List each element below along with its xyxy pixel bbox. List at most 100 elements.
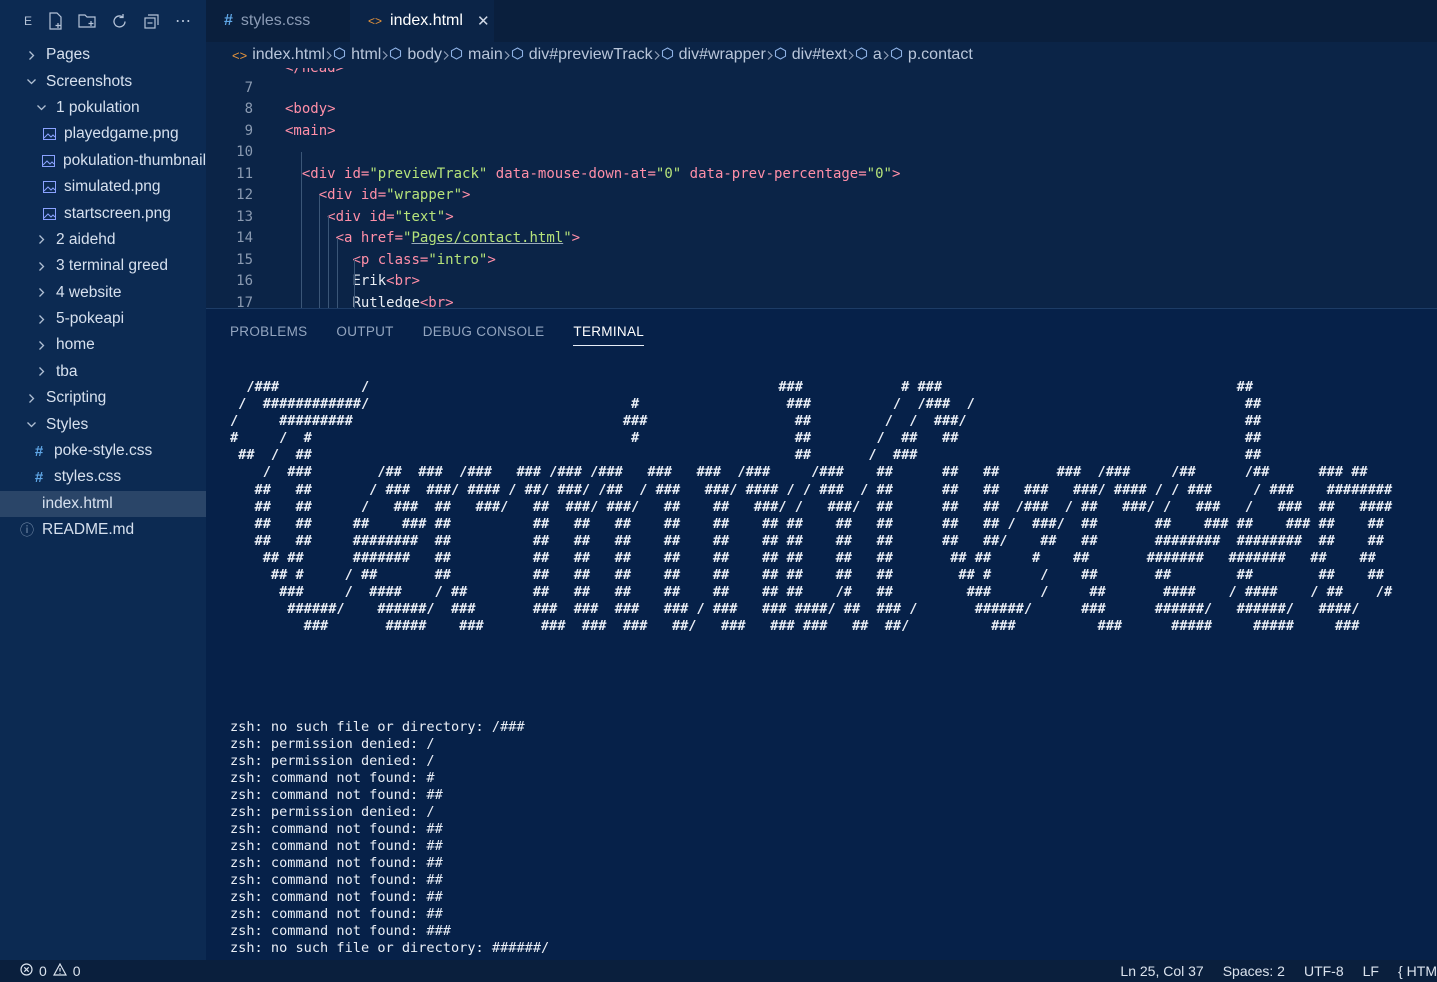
indent-guide — [319, 195, 320, 308]
terminal-ascii-art: /### / ### # ### ## / ############/ # ##… — [230, 379, 1393, 635]
element-icon — [389, 47, 402, 63]
breadcrumb-item[interactable]: a — [855, 46, 882, 64]
tree-item[interactable]: # styles.css — [0, 464, 206, 490]
tree-item[interactable]: Screenshots — [0, 68, 206, 94]
info-icon: ⓘ — [20, 522, 34, 539]
element-icon — [511, 47, 524, 63]
tree-item-label: Pages — [46, 46, 90, 64]
code-line: 14 <a href="Pages/contact.html"> — [206, 228, 1437, 250]
encoding[interactable]: UTF-8 — [1304, 963, 1344, 979]
tree-item-label: 5-pokeapi — [56, 310, 125, 328]
line-number: 8 — [244, 101, 253, 118]
tree-item[interactable]: ⓘ README.md — [0, 517, 206, 543]
line-number: 14 — [236, 230, 253, 247]
tree-item[interactable]: 2 aidehd — [0, 227, 206, 253]
breadcrumb-separator — [882, 50, 890, 61]
editor-tab-bar: # styles.css <> index.html ✕ — [206, 0, 1437, 42]
chevron-right-icon — [34, 287, 48, 298]
tree-item[interactable]: Scripting — [0, 385, 206, 411]
code-line: 17 Rutledge<br> — [206, 292, 1437, 308]
breadcrumb-separator — [766, 50, 774, 61]
tab-problems[interactable]: PROBLEMS — [230, 309, 307, 353]
indentation[interactable]: Spaces: 2 — [1223, 963, 1285, 979]
element-icon — [661, 47, 674, 63]
terminal-output[interactable]: zsh: no such file or directory: /### zsh… — [230, 719, 549, 957]
cursor-position[interactable]: Ln 25, Col 37 — [1120, 963, 1203, 979]
tree-item[interactable]: startscreen.png — [0, 200, 206, 226]
code-line: 15 <p class="intro"> — [206, 249, 1437, 271]
breadcrumb-item[interactable]: div#wrapper — [661, 46, 766, 64]
code-text: Rutledge<br> — [352, 294, 454, 308]
tree-item[interactable]: 1 pokulation — [0, 95, 206, 121]
line-number: 7 — [244, 79, 253, 96]
end-of-line[interactable]: LF — [1363, 963, 1379, 979]
chevron-right-icon — [34, 314, 48, 325]
tree-item-label: pokulation-thumbnail.png — [63, 151, 206, 169]
new-file-icon[interactable] — [44, 10, 66, 32]
tree-item[interactable]: Styles — [0, 411, 206, 437]
code-text: <div id="previewTrack" data-mouse-down-a… — [301, 165, 901, 182]
code-editor[interactable]: </head> 78<body>9<main>1011 <div id="pre… — [206, 68, 1437, 308]
code-text: <div id="wrapper"> — [318, 187, 471, 204]
code-line: 7 — [206, 77, 1437, 99]
new-folder-icon[interactable] — [76, 10, 98, 32]
tree-item[interactable]: home — [0, 332, 206, 358]
breadcrumb-label: body — [407, 46, 443, 63]
chevron-right-icon — [34, 261, 48, 272]
breadcrumb-item[interactable]: body — [389, 46, 442, 64]
chevron-right-icon — [24, 393, 38, 404]
tree-item-label: 2 aidehd — [56, 230, 116, 248]
tree-item[interactable]: simulated.png — [0, 174, 206, 200]
tree-item-label: playedgame.png — [64, 125, 179, 143]
collapse-all-icon[interactable] — [140, 10, 162, 32]
tree-item[interactable]: index.html — [0, 490, 206, 518]
code-text: <div id="text"> — [327, 208, 454, 225]
close-icon[interactable]: ✕ — [477, 12, 490, 30]
refresh-icon[interactable] — [108, 10, 130, 32]
breadcrumb-item[interactable]: p.contact — [890, 46, 973, 64]
breadcrumb-item[interactable]: <> index.html — [232, 46, 325, 64]
explorer-sidebar: E ⋯ Pages Screenshots 1 pokulation playedga… — [0, 0, 206, 960]
code-line: 10 — [206, 142, 1437, 164]
tree-item-label: README.md — [42, 521, 135, 539]
problems-status[interactable]: 0 0 — [20, 962, 81, 979]
code-line: 9 <main> — [206, 120, 1437, 142]
breadcrumb-label: index.html — [252, 46, 326, 63]
breadcrumb-item[interactable]: main — [450, 46, 503, 64]
tree-item[interactable]: playedgame.png — [0, 121, 206, 147]
tree-item[interactable]: pokulation-thumbnail.png — [0, 148, 206, 174]
tree-item[interactable]: 4 website — [0, 280, 206, 306]
breadcrumb-separator — [847, 50, 855, 61]
tab-terminal[interactable]: TERMINAL — [573, 309, 644, 353]
css-file-icon: # — [224, 12, 233, 29]
tab-styles-css[interactable]: # styles.css — [206, 0, 350, 42]
tree-item-label: 1 pokulation — [56, 98, 140, 116]
tree-item[interactable]: Pages — [0, 42, 206, 68]
tab-debug-console[interactable]: DEBUG CONSOLE — [423, 309, 545, 353]
line-number: 16 — [236, 273, 253, 290]
tab-output[interactable]: OUTPUT — [336, 309, 393, 353]
line-number: 15 — [236, 251, 253, 268]
breadcrumb-item[interactable]: div#text — [774, 46, 847, 64]
tree-item-label: styles.css — [54, 468, 122, 486]
tab-index-html[interactable]: <> index.html ✕ — [350, 0, 494, 42]
image-file-icon — [42, 181, 56, 194]
tree-item[interactable]: 3 terminal greed — [0, 253, 206, 279]
breadcrumb-label: div#previewTrack — [528, 46, 653, 63]
code-text: <body> — [285, 101, 336, 118]
status-right: Ln 25, Col 37 Spaces: 2 UTF-8 LF { HTM — [1101, 963, 1437, 979]
code-text: <a href="Pages/contact.html"> — [335, 230, 581, 247]
chevron-right-icon — [34, 234, 48, 245]
tree-item-label: Scripting — [46, 389, 107, 407]
breadcrumb-separator — [503, 50, 511, 61]
breadcrumb-separator — [653, 50, 661, 61]
language-mode[interactable]: { HTM — [1398, 963, 1437, 979]
tree-item[interactable]: 5-pokeapi — [0, 306, 206, 332]
panel-tabs: PROBLEMS OUTPUT DEBUG CONSOLE TERMINAL — [206, 309, 1437, 353]
breadcrumb-item[interactable]: html — [333, 46, 381, 64]
error-icon — [20, 963, 33, 979]
more-actions-icon[interactable]: ⋯ — [172, 10, 194, 32]
breadcrumb-item[interactable]: div#previewTrack — [511, 46, 653, 64]
tree-item[interactable]: tba — [0, 359, 206, 385]
tree-item[interactable]: # poke-style.css — [0, 438, 206, 464]
